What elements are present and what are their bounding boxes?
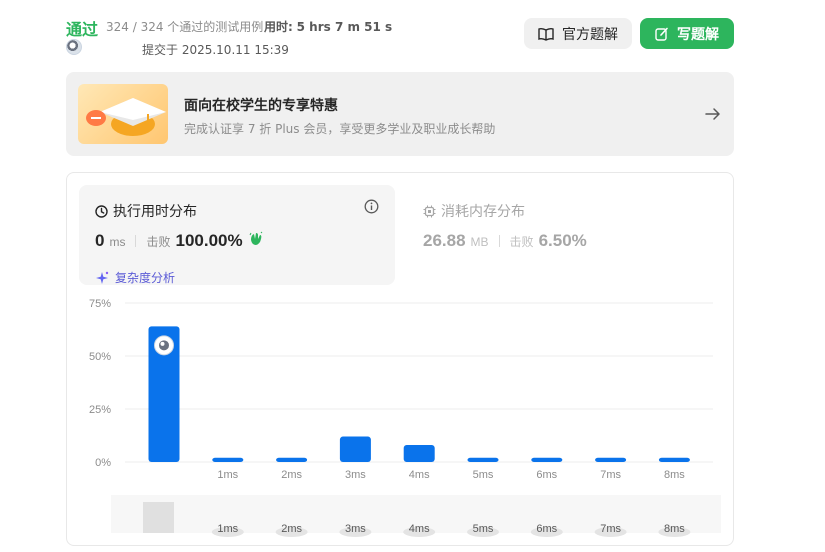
avatar[interactable]	[66, 39, 82, 55]
minimap-tick-label: 6ms	[536, 523, 557, 535]
y-tick-label: 75%	[89, 298, 111, 310]
distribution-card: 执行用时分布 0 ms 击败 100.00% 复杂度分析 消耗内存分布 26.8…	[66, 172, 734, 546]
bar-6ms[interactable]	[531, 457, 563, 462]
arrow-right-icon[interactable]	[704, 105, 722, 123]
x-tick-label: 4ms	[409, 469, 430, 481]
memory-unit: MB	[470, 235, 489, 249]
write-solution-button[interactable]: 写题解	[640, 18, 734, 49]
clock-icon	[95, 204, 108, 218]
elapsed-time-label: 用时:	[264, 20, 293, 34]
y-tick-label: 25%	[89, 404, 111, 416]
runtime-panel[interactable]: 执行用时分布 0 ms 击败 100.00% 复杂度分析	[79, 185, 395, 285]
runtime-metric: 0 ms 击败 100.00%	[95, 231, 264, 251]
divider	[135, 235, 137, 247]
minimap-tick-label: 7ms	[600, 523, 621, 535]
bar-3ms[interactable]	[339, 436, 371, 462]
testcases-passed: 324 / 324 个通过的测试用例	[106, 20, 264, 34]
minimap-tick-label: 8ms	[664, 523, 685, 535]
elapsed-time: 用时: 5 hrs 7 m 51 s	[264, 18, 392, 35]
sparkle-icon	[96, 271, 109, 284]
bar-1ms[interactable]	[212, 457, 244, 462]
x-tick-label: 2ms	[281, 469, 302, 481]
minimap-tick-label: 3ms	[345, 523, 366, 535]
memory-panel-title: 消耗内存分布	[423, 201, 525, 221]
info-icon[interactable]	[364, 199, 379, 214]
y-tick-label: 50%	[89, 351, 111, 363]
official-solution-label: 官方题解	[562, 26, 618, 43]
promo-subtitle: 完成认证享 7 折 Plus 会员，享受更多学业及职业成长帮助	[184, 122, 496, 136]
memory-beats-value: 6.50%	[538, 231, 587, 250]
x-tick-label: 1ms	[217, 469, 238, 481]
avatar-marker-highlight	[160, 341, 165, 346]
minimap-tick-label: 5ms	[473, 523, 494, 535]
clap-icon	[249, 231, 262, 245]
minimap-tick-label: 2ms	[281, 523, 302, 535]
runtime-panel-title: 执行用时分布	[95, 201, 197, 221]
book-icon	[538, 27, 554, 41]
bar-2ms[interactable]	[276, 457, 308, 462]
bar-8ms[interactable]	[658, 457, 690, 462]
memory-beats-label: 击败	[509, 235, 534, 249]
memory-metric: 26.88 MB 击败 6.50%	[423, 231, 587, 251]
memory-title-text: 消耗内存分布	[441, 204, 525, 220]
graduation-cap-icon	[78, 84, 168, 144]
x-tick-label: 5ms	[473, 469, 494, 481]
submitted-time: 提交于 2025.10.11 15:39	[142, 43, 289, 57]
x-tick-label: 3ms	[345, 469, 366, 481]
memory-panel[interactable]: 消耗内存分布 26.88 MB 击败 6.50%	[407, 185, 723, 285]
status-accepted: 通过	[66, 20, 99, 39]
student-promo-banner[interactable]: 面向在校学生的专享特惠 完成认证享 7 折 Plus 会员，享受更多学业及职业成…	[66, 72, 734, 156]
divider	[498, 235, 500, 247]
x-tick-label: 6ms	[536, 469, 557, 481]
complexity-analysis-link[interactable]: 复杂度分析	[95, 269, 175, 286]
complexity-label: 复杂度分析	[115, 271, 176, 285]
minimap-tick-label: 4ms	[409, 523, 430, 535]
chip-icon	[423, 205, 436, 217]
y-tick-label: 0%	[95, 457, 111, 469]
official-solution-button[interactable]: 官方题解	[524, 18, 632, 49]
submission-header: 通过 324 / 324 个通过的测试用例 用时: 5 hrs 7 m 51 s…	[66, 14, 736, 58]
bar-7ms[interactable]	[595, 457, 627, 462]
promo-title: 面向在校学生的专享特惠	[184, 98, 338, 114]
write-solution-label: 写题解	[677, 26, 719, 43]
edit-icon	[655, 27, 668, 41]
bar-4ms[interactable]	[403, 445, 435, 462]
runtime-value: 0	[95, 231, 105, 250]
runtime-beats-label: 击败	[146, 235, 171, 249]
bar-5ms[interactable]	[467, 457, 499, 462]
minimap-tick-label: 1ms	[217, 523, 238, 535]
avatar-marker-inner	[159, 340, 169, 351]
x-tick-label: 8ms	[664, 469, 685, 481]
runtime-title-text: 执行用时分布	[113, 204, 197, 220]
elapsed-time-value: 5 hrs 7 m 51 s	[296, 20, 393, 34]
runtime-unit: ms	[109, 235, 126, 249]
range-selector-handle[interactable]	[143, 502, 174, 533]
runtime-beats-value: 100.00%	[175, 231, 243, 250]
memory-value: 26.88	[423, 231, 466, 250]
x-tick-label: 7ms	[600, 469, 621, 481]
